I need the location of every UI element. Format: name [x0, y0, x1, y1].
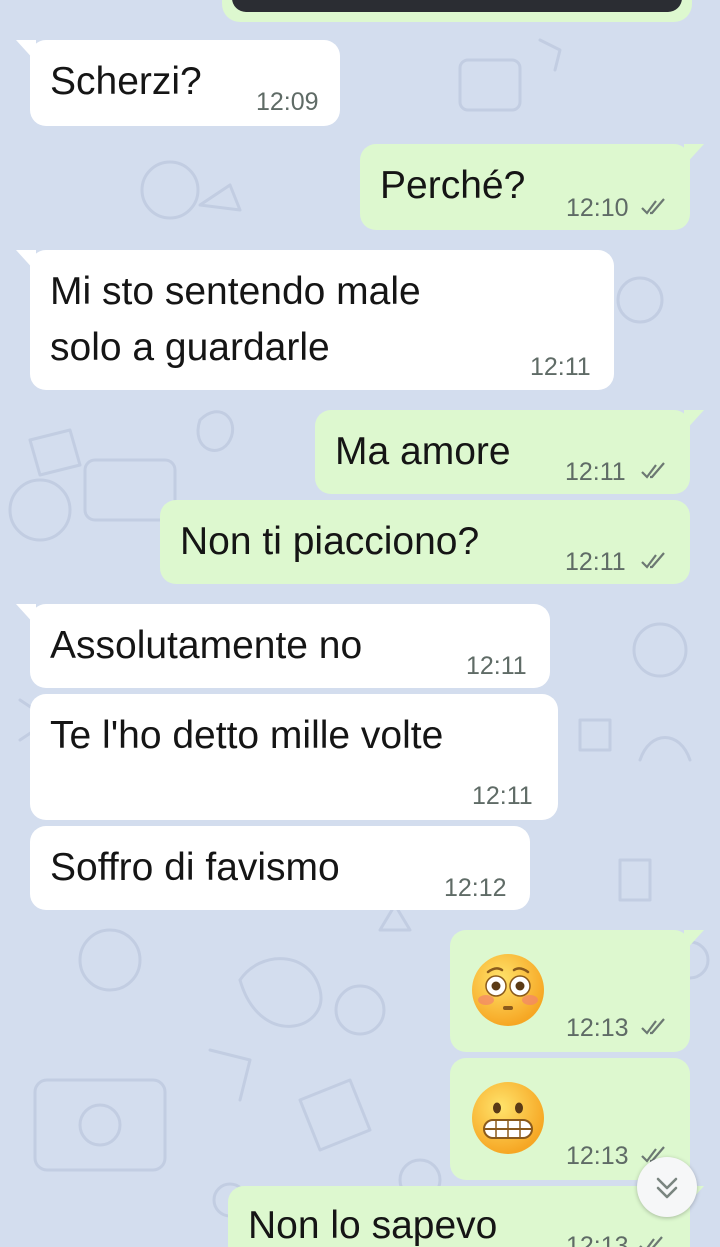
double-chevron-down-icon: [656, 1177, 678, 1199]
message-outgoing[interactable]: Perché? 12:10: [360, 144, 704, 230]
chat-view[interactable]: Scherzi? 12:09 Perché? 12:10 Mi sto sent…: [0, 0, 720, 1247]
message-text: Te l'ho detto mille volte: [50, 714, 444, 757]
message-text-line: solo a guardarle: [50, 326, 330, 369]
message-outgoing[interactable]: Ma amore 12:11: [315, 410, 704, 494]
message-incoming[interactable]: Soffro di favismo 12:12: [30, 826, 530, 910]
message-text: Assolutamente no: [50, 624, 363, 667]
message-time: 12:11: [472, 782, 533, 810]
message-time: 12:13: [566, 1014, 629, 1042]
message-text: Non lo sapevo: [248, 1204, 498, 1247]
message-text: Soffro di favismo: [50, 846, 340, 889]
message-time: 12:10: [566, 194, 629, 222]
message-incoming[interactable]: Scherzi? 12:09: [16, 40, 340, 126]
message-time: 12:09: [256, 88, 319, 116]
message-time: 12:11: [565, 458, 626, 486]
message-outgoing-emoji[interactable]: 12:13: [450, 930, 704, 1052]
grimacing-face-icon: [472, 1082, 544, 1154]
message-text: Non ti piacciono?: [180, 520, 480, 563]
message-incoming[interactable]: Te l'ho detto mille volte 12:11: [30, 694, 558, 820]
message-outgoing[interactable]: Non ti piacciono? 12:11: [160, 500, 690, 584]
previous-image-message[interactable]: [222, 0, 692, 22]
message-time: 12:12: [444, 874, 507, 902]
message-text: Perché?: [380, 164, 526, 207]
message-text: Scherzi?: [50, 60, 202, 103]
message-time: 12:11: [530, 353, 591, 381]
image-thumbnail[interactable]: [232, 0, 682, 12]
message-incoming[interactable]: Assolutamente no 12:11: [16, 604, 550, 688]
double-check-icon: [641, 1018, 665, 1035]
message-time: 12:13: [566, 1232, 629, 1247]
message-outgoing[interactable]: Non lo sapevo 12:13: [228, 1186, 704, 1247]
message-time: 12:11: [466, 652, 527, 680]
message-text: Ma amore: [335, 430, 511, 473]
double-check-icon: [639, 1236, 663, 1247]
message-text-line: Mi sto sentendo male: [50, 270, 421, 313]
flushed-face-icon: [472, 954, 544, 1026]
double-check-icon: [641, 552, 665, 569]
double-check-icon: [641, 462, 665, 479]
message-incoming[interactable]: Mi sto sentendo male solo a guardarle 12…: [16, 250, 614, 390]
message-time: 12:11: [565, 548, 626, 576]
double-check-icon: [641, 198, 665, 215]
message-time: 12:13: [566, 1142, 629, 1170]
scroll-to-bottom-button[interactable]: [637, 1157, 697, 1217]
